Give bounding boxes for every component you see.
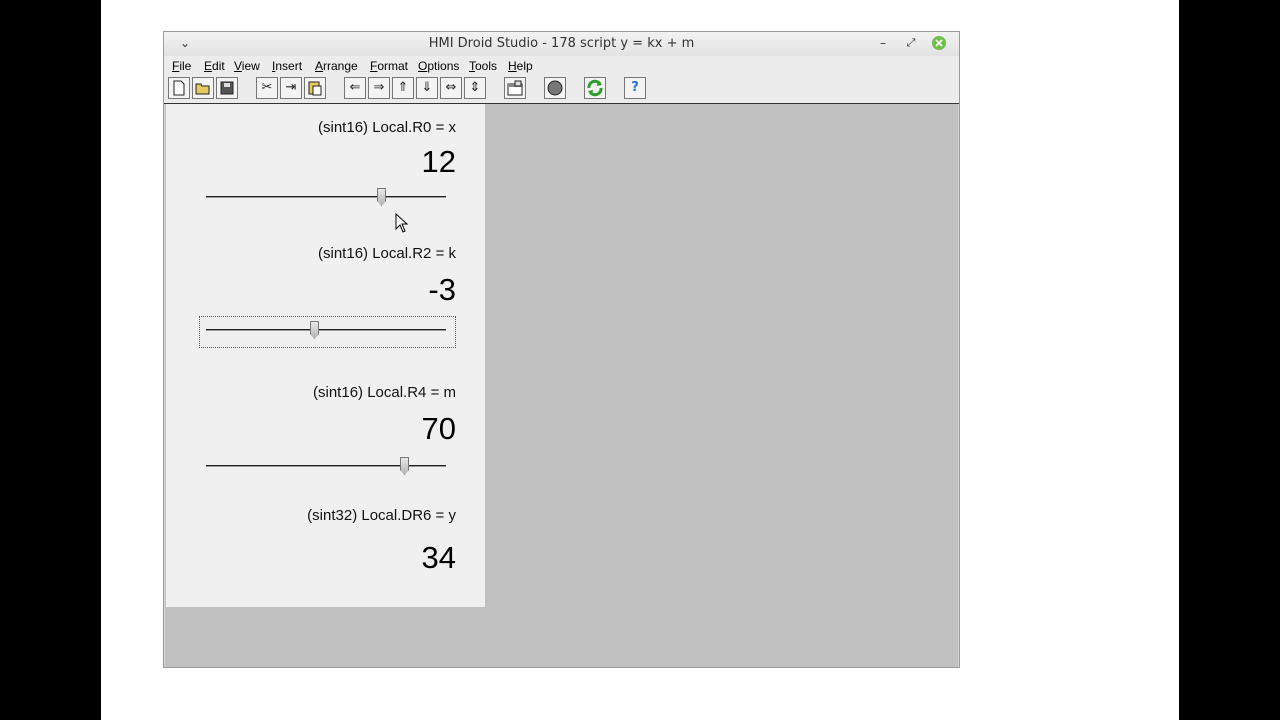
menu-insert[interactable]: Insert bbox=[272, 59, 302, 73]
slider-track bbox=[206, 329, 446, 331]
paste-icon bbox=[308, 81, 322, 96]
app-window: ⌄ HMI Droid Studio - 178 script y = kx +… bbox=[163, 31, 960, 668]
menu-edit[interactable]: Edit bbox=[204, 59, 225, 73]
value-m: 70 bbox=[421, 411, 456, 446]
arrow-up-down-icon: ⇕ bbox=[469, 80, 481, 95]
record-icon bbox=[547, 80, 563, 96]
label-x: (sint16) Local.R0 = x bbox=[318, 119, 456, 136]
maximize-icon[interactable]: ⤢ bbox=[903, 35, 919, 51]
copy-icon: ⇥ bbox=[285, 80, 297, 95]
toolbar: ✂ ⇥ ⇐ ⇒ ⇑ ⇓ ⇔ ⇕ ? bbox=[164, 76, 959, 104]
window-title: HMI Droid Studio - 178 script y = kx + m bbox=[428, 36, 695, 51]
slider-k[interactable] bbox=[206, 319, 446, 341]
label-k: (sint16) Local.R2 = k bbox=[318, 245, 456, 262]
value-y: 34 bbox=[421, 540, 456, 575]
arrow-up-icon: ⇑ bbox=[397, 80, 409, 95]
title-bar[interactable]: ⌄ HMI Droid Studio - 178 script y = kx +… bbox=[164, 32, 959, 56]
menu-view[interactable]: View bbox=[234, 59, 260, 73]
slider-track bbox=[206, 196, 446, 198]
refresh-icon bbox=[587, 79, 603, 97]
same-height-button[interactable]: ⇕ bbox=[464, 77, 486, 99]
menu-options[interactable]: Options bbox=[418, 59, 459, 73]
new-button[interactable] bbox=[168, 77, 190, 99]
properties-button[interactable] bbox=[504, 77, 526, 99]
help-button[interactable]: ? bbox=[624, 77, 646, 99]
label-y: (sint32) Local.DR6 = y bbox=[307, 507, 456, 524]
menu-file[interactable]: File bbox=[172, 59, 191, 73]
slider-track bbox=[206, 465, 446, 467]
align-bottom-button[interactable]: ⇓ bbox=[416, 77, 438, 99]
menu-help[interactable]: Help bbox=[508, 59, 533, 73]
align-left-button[interactable]: ⇐ bbox=[344, 77, 366, 99]
minimize-icon[interactable]: – bbox=[875, 35, 891, 51]
record-button[interactable] bbox=[544, 77, 566, 99]
arrow-down-icon: ⇓ bbox=[421, 80, 433, 95]
menu-tools[interactable]: Tools bbox=[469, 59, 497, 73]
slider-thumb[interactable] bbox=[377, 188, 386, 206]
save-button[interactable] bbox=[216, 77, 238, 99]
menu-arrange[interactable]: Arrange bbox=[315, 59, 358, 73]
menu-bar: File Edit View Insert Arrange Format Opt… bbox=[164, 56, 959, 76]
align-right-button[interactable]: ⇒ bbox=[368, 77, 390, 99]
close-button[interactable] bbox=[931, 35, 947, 51]
slider-thumb[interactable] bbox=[310, 321, 319, 339]
design-canvas[interactable]: (sint16) Local.R0 = x 12 (sint16) Local.… bbox=[165, 104, 958, 667]
hmi-panel: (sint16) Local.R0 = x 12 (sint16) Local.… bbox=[166, 104, 485, 607]
arrow-left-right-icon: ⇔ bbox=[445, 80, 457, 95]
cut-button[interactable]: ✂ bbox=[256, 77, 278, 99]
close-icon bbox=[932, 36, 946, 50]
menu-format[interactable]: Format bbox=[370, 59, 408, 73]
arrow-left-icon: ⇐ bbox=[349, 80, 361, 95]
value-x: 12 bbox=[421, 144, 456, 179]
slider-m[interactable] bbox=[206, 455, 446, 477]
same-width-button[interactable]: ⇔ bbox=[440, 77, 462, 99]
label-m: (sint16) Local.R4 = m bbox=[313, 384, 456, 401]
align-top-button[interactable]: ⇑ bbox=[392, 77, 414, 99]
value-k: -3 bbox=[428, 272, 456, 307]
open-icon bbox=[195, 83, 210, 95]
mouse-cursor-icon bbox=[395, 213, 409, 233]
arrow-right-icon: ⇒ bbox=[373, 80, 385, 95]
paste-button[interactable] bbox=[304, 77, 326, 99]
properties-icon bbox=[507, 80, 523, 96]
copy-button[interactable]: ⇥ bbox=[280, 77, 302, 99]
save-icon bbox=[220, 81, 234, 95]
slider-thumb[interactable] bbox=[400, 457, 409, 475]
slider-x[interactable] bbox=[206, 186, 446, 208]
cut-icon: ✂ bbox=[261, 80, 273, 95]
open-button[interactable] bbox=[192, 77, 214, 99]
new-icon bbox=[173, 80, 185, 96]
help-icon: ? bbox=[631, 80, 639, 95]
refresh-button[interactable] bbox=[584, 77, 606, 99]
